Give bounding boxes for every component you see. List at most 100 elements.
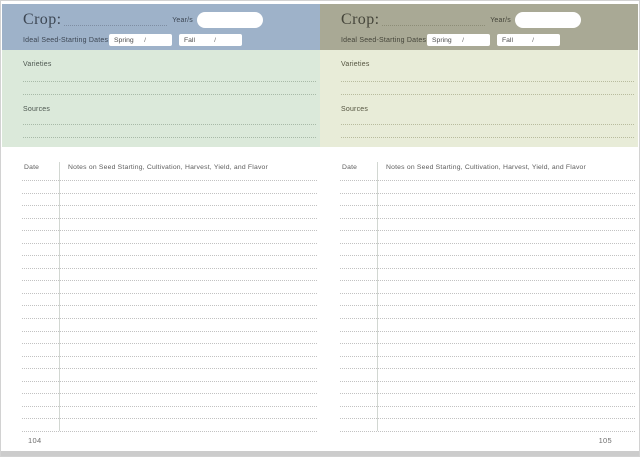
note-row[interactable] (340, 194, 635, 207)
note-row[interactable] (340, 319, 635, 332)
fall-label: Fall (502, 37, 513, 44)
year-label: Year/s (172, 17, 193, 24)
sources-label: Sources (341, 106, 368, 113)
note-row[interactable] (22, 219, 317, 232)
note-row[interactable] (22, 256, 317, 269)
varieties-write-line[interactable] (341, 94, 634, 95)
date-column-header: Date (22, 159, 59, 180)
year-field[interactable] (515, 12, 581, 28)
date-separator: / (144, 37, 146, 44)
sources-write-line[interactable] (341, 124, 634, 125)
fall-date-field[interactable]: Fall / (497, 34, 560, 46)
seed-starting-dates-label: Ideal Seed-Starting Dates (23, 37, 109, 44)
note-row[interactable] (340, 244, 635, 257)
date-column-header: Date (340, 159, 377, 180)
journal-spread: Crop: Year/s Ideal Seed-Starting Dates S… (0, 0, 640, 457)
note-row[interactable] (22, 332, 317, 345)
date-separator: / (214, 37, 216, 44)
sources-write-line[interactable] (23, 124, 316, 125)
note-row[interactable] (340, 306, 635, 319)
note-row[interactable] (22, 369, 317, 382)
crop-name-field[interactable] (382, 13, 485, 26)
varieties-write-line[interactable] (341, 81, 634, 82)
page-number: 104 (28, 436, 41, 445)
note-row[interactable] (22, 394, 317, 407)
spring-date-field[interactable]: Spring / (109, 34, 172, 46)
note-row[interactable] (22, 306, 317, 319)
varieties-write-line[interactable] (23, 94, 316, 95)
seed-starting-dates-row: Ideal Seed-Starting Dates Spring / Fall … (23, 34, 249, 46)
varieties-write-line[interactable] (23, 81, 316, 82)
note-row[interactable] (22, 181, 317, 194)
date-separator: / (462, 37, 464, 44)
note-row[interactable] (340, 332, 635, 345)
crop-row: Crop: Year/s (23, 11, 263, 28)
journal-page-right: Crop: Year/s Ideal Seed-Starting Dates S… (320, 4, 638, 451)
note-row[interactable] (22, 419, 317, 432)
notes-column-header: Notes on Seed Starting, Cultivation, Har… (377, 159, 635, 180)
note-row[interactable] (340, 256, 635, 269)
notes-column-header: Notes on Seed Starting, Cultivation, Har… (59, 159, 317, 180)
note-row[interactable] (340, 231, 635, 244)
notes-table-header: Date Notes on Seed Starting, Cultivation… (22, 159, 317, 181)
notes-table-left: Date Notes on Seed Starting, Cultivation… (22, 159, 317, 432)
notes-table-header: Date Notes on Seed Starting, Cultivation… (340, 159, 635, 181)
note-row[interactable] (22, 269, 317, 282)
note-row[interactable] (22, 194, 317, 207)
note-row[interactable] (22, 281, 317, 294)
varieties-label: Varieties (23, 61, 52, 68)
note-row[interactable] (22, 382, 317, 395)
year-field[interactable] (197, 12, 263, 28)
note-row[interactable] (340, 357, 635, 370)
sources-label: Sources (23, 106, 50, 113)
note-row[interactable] (22, 294, 317, 307)
note-rows (340, 181, 635, 432)
fall-label: Fall (184, 37, 195, 44)
note-row[interactable] (340, 407, 635, 420)
note-row[interactable] (340, 369, 635, 382)
note-row[interactable] (340, 206, 635, 219)
spring-label: Spring (432, 37, 452, 44)
column-divider (377, 162, 378, 431)
fall-date-field[interactable]: Fall / (179, 34, 242, 46)
note-rows (22, 181, 317, 432)
seed-starting-dates-row: Ideal Seed-Starting Dates Spring / Fall … (341, 34, 567, 46)
note-row[interactable] (340, 181, 635, 194)
note-row[interactable] (22, 407, 317, 420)
note-row[interactable] (340, 344, 635, 357)
notes-table-right: Date Notes on Seed Starting, Cultivation… (340, 159, 635, 432)
crop-label: Crop: (341, 11, 379, 28)
note-row[interactable] (340, 269, 635, 282)
seed-starting-dates-label: Ideal Seed-Starting Dates (341, 37, 427, 44)
sources-write-line[interactable] (23, 137, 316, 138)
sources-write-line[interactable] (341, 137, 634, 138)
note-row[interactable] (340, 394, 635, 407)
note-row[interactable] (340, 382, 635, 395)
date-separator: / (532, 37, 534, 44)
note-row[interactable] (340, 281, 635, 294)
note-row[interactable] (340, 219, 635, 232)
column-divider (59, 162, 60, 431)
note-row[interactable] (22, 357, 317, 370)
note-row[interactable] (22, 319, 317, 332)
spring-label: Spring (114, 37, 134, 44)
note-row[interactable] (22, 206, 317, 219)
varieties-label: Varieties (341, 61, 370, 68)
page-number: 105 (599, 436, 612, 445)
note-row[interactable] (22, 244, 317, 257)
journal-page-left: Crop: Year/s Ideal Seed-Starting Dates S… (2, 4, 320, 451)
varieties-sources-section-left: Varieties Sources (2, 50, 320, 147)
crop-header-right: Crop: Year/s Ideal Seed-Starting Dates S… (320, 4, 638, 50)
journal-pages: Crop: Year/s Ideal Seed-Starting Dates S… (2, 2, 638, 451)
note-row[interactable] (22, 231, 317, 244)
year-label: Year/s (490, 17, 511, 24)
page-bottom-edge (1, 451, 639, 456)
note-row[interactable] (22, 344, 317, 357)
crop-name-field[interactable] (64, 13, 167, 26)
crop-row: Crop: Year/s (341, 11, 581, 28)
crop-header-left: Crop: Year/s Ideal Seed-Starting Dates S… (2, 4, 320, 50)
crop-label: Crop: (23, 11, 61, 28)
note-row[interactable] (340, 419, 635, 432)
spring-date-field[interactable]: Spring / (427, 34, 490, 46)
note-row[interactable] (340, 294, 635, 307)
